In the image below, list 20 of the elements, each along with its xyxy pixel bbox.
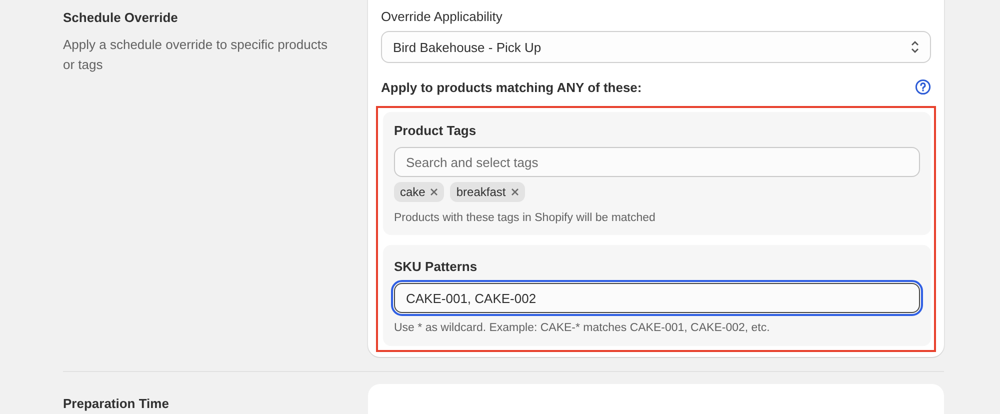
close-icon (430, 188, 438, 196)
section-title: Schedule Override (63, 10, 179, 25)
chevron-updown-icon (910, 40, 920, 54)
section-description: Apply a schedule override to specific products or tags (63, 36, 328, 74)
remove-tag-button[interactable] (430, 186, 438, 198)
sku-input-field[interactable]: CAKE-001, CAKE-002 (394, 283, 920, 313)
help-icon[interactable] (915, 79, 931, 95)
match-heading: Apply to products matching ANY of these: (381, 80, 642, 94)
close-icon (510, 188, 519, 196)
field-label: Override Applicability (381, 9, 504, 24)
applicability-select[interactable]: Bird Bakehouse - Pick Up (381, 31, 931, 63)
tag-chip: cake (394, 182, 444, 202)
panel-title: SKU Patterns (394, 259, 478, 274)
tag-chip: breakfast (450, 182, 525, 202)
tag-search-field[interactable]: Search and select tags (394, 147, 920, 177)
help-text: Use * as wildcard. Example: CAKE-* matches CAKE-001, CAKE-002, etc. (394, 322, 771, 334)
section-title: Preparation Time (63, 396, 170, 411)
panel-title: Product Tags (394, 123, 478, 138)
help-text: Products with these tags in Shopify will be matched (394, 212, 656, 224)
remove-tag-button[interactable] (510, 186, 519, 198)
